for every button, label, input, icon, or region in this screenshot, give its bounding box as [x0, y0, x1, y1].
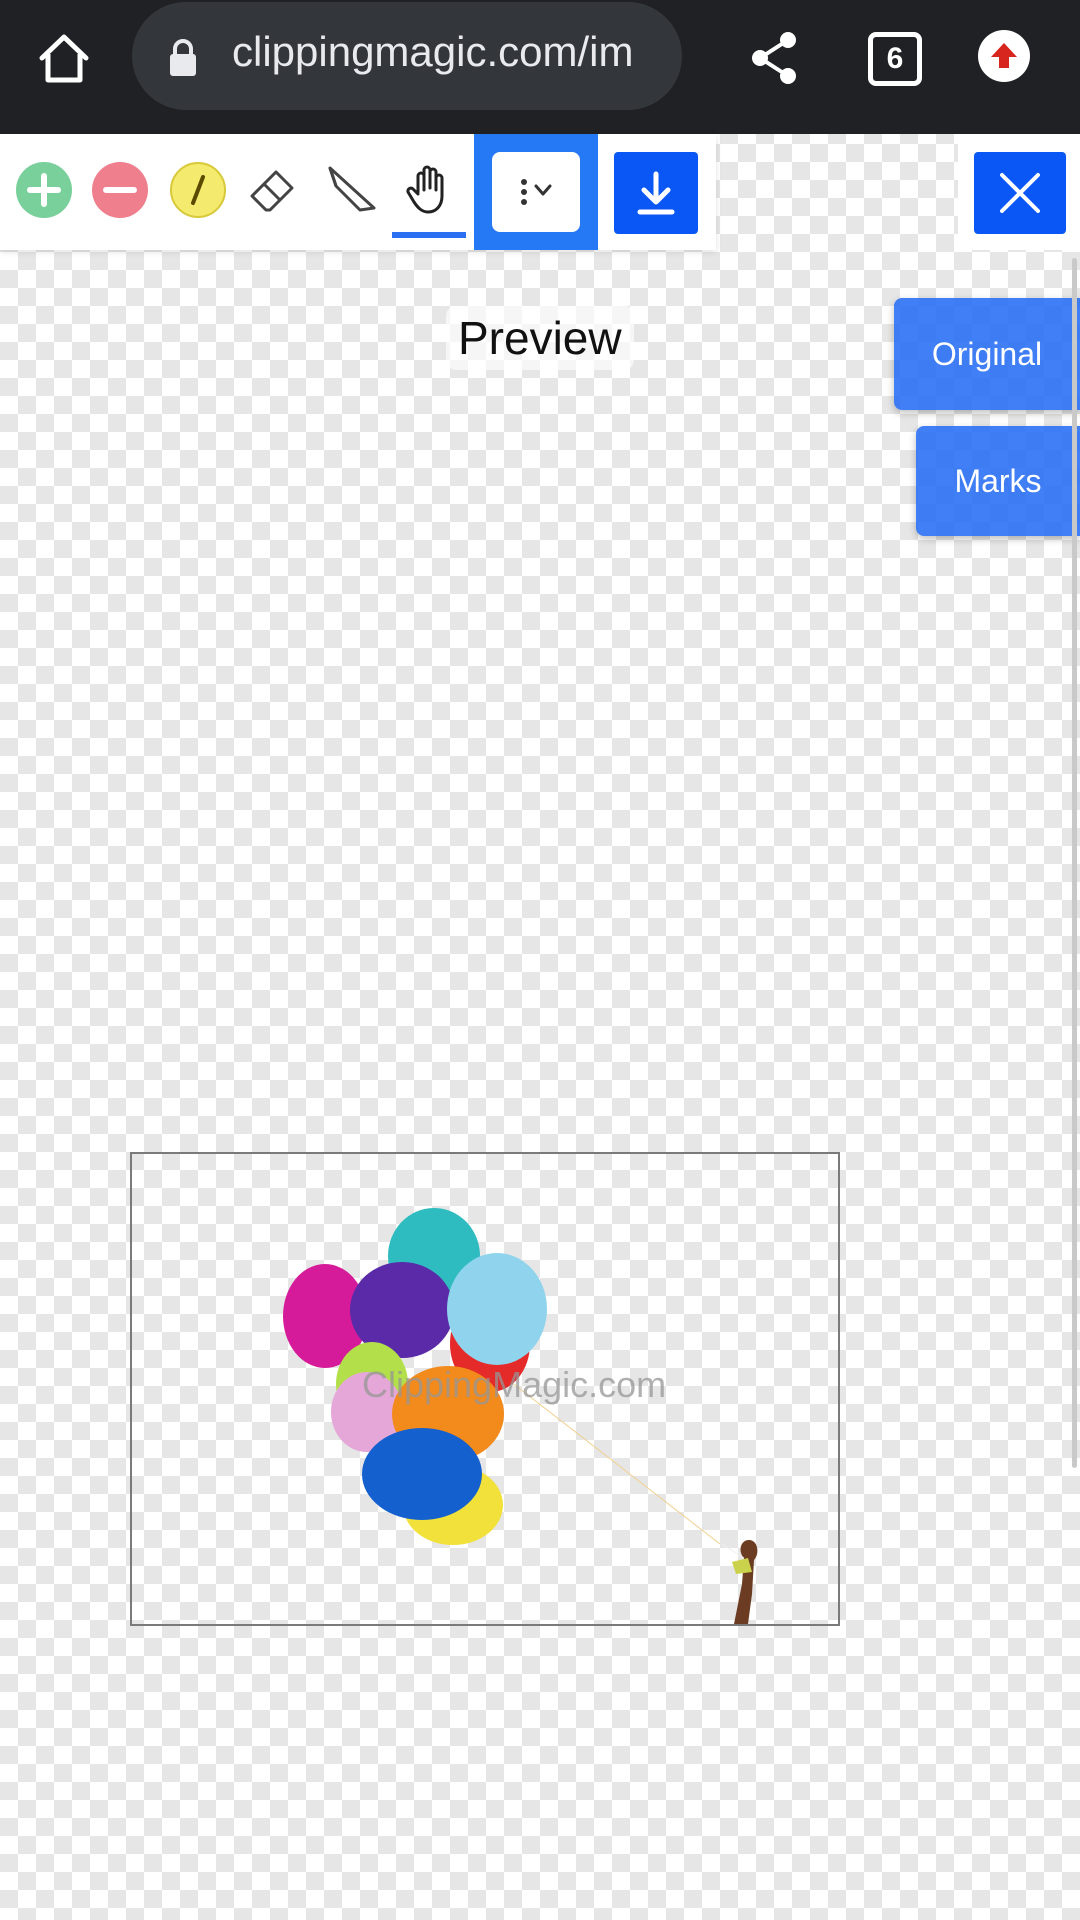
marks-label: Marks: [954, 462, 1042, 499]
scrollbar[interactable]: [1072, 258, 1077, 1468]
hair-stroke-icon: [191, 175, 205, 205]
preview-label: Preview: [446, 306, 634, 370]
tab-switcher-button[interactable]: 6: [868, 32, 922, 86]
menu-container: [474, 134, 598, 250]
download-button[interactable]: [614, 152, 698, 234]
more-vert-chevron-icon: [521, 179, 552, 205]
pan-tool[interactable]: [402, 162, 458, 218]
address-bar[interactable]: clippingmagic.com/im: [132, 2, 682, 110]
original-button[interactable]: Original: [894, 298, 1080, 410]
hair-tool[interactable]: [170, 162, 226, 218]
editor-toolbar: [0, 134, 716, 250]
lock-icon: [168, 38, 198, 78]
marks-button[interactable]: Marks: [916, 426, 1080, 536]
close-icon: [1000, 173, 1040, 213]
original-label: Original: [931, 335, 1043, 372]
scalpel-icon: [328, 166, 376, 212]
eraser-icon: [250, 170, 294, 212]
active-tool-indicator: [392, 232, 466, 238]
preview-image-frame[interactable]: ClippingMagic.com: [130, 1152, 840, 1626]
plus-icon: [27, 173, 61, 207]
more-options-button[interactable]: [492, 152, 580, 232]
add-foreground-tool[interactable]: [16, 162, 72, 218]
hand-icon: [406, 165, 444, 214]
download-icon: [637, 171, 675, 215]
url-text: clippingmagic.com/im: [232, 28, 634, 75]
remove-background-tool[interactable]: [92, 162, 148, 218]
browser-top-bar: clippingmagic.com/im 6: [0, 0, 1080, 134]
watermark: ClippingMagic.com: [362, 1364, 667, 1405]
close-button[interactable]: [974, 152, 1066, 234]
tab-count: 6: [886, 42, 904, 75]
home-icon[interactable]: [36, 30, 92, 86]
scalpel-tool[interactable]: [324, 162, 380, 218]
eraser-tool[interactable]: [246, 162, 302, 218]
profile-update-icon[interactable]: [978, 30, 1030, 82]
share-icon[interactable]: [748, 30, 800, 86]
close-panel: [958, 134, 1080, 250]
minus-icon: [103, 187, 137, 193]
